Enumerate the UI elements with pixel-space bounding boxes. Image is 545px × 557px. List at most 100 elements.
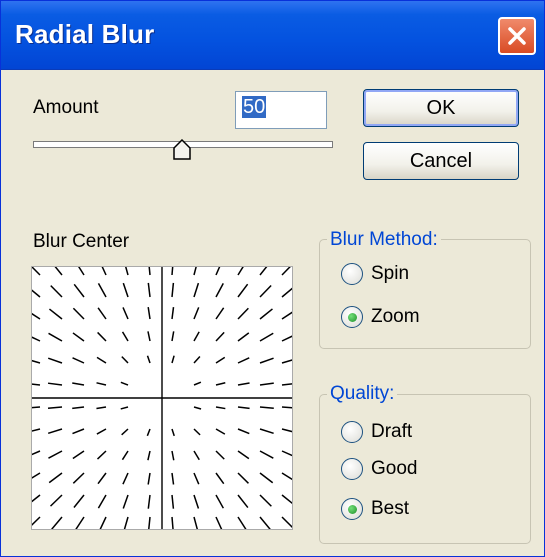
preview-line <box>215 283 224 298</box>
amount-slider-thumb[interactable] <box>172 139 192 161</box>
preview-line <box>146 428 151 437</box>
blur-center-preview[interactable] <box>23 258 299 533</box>
preview-line <box>215 472 225 485</box>
preview-line <box>73 283 85 298</box>
preview-line <box>259 494 272 507</box>
radio-good-indicator[interactable] <box>341 458 363 480</box>
radio-zoom-label: Zoom <box>371 306 420 327</box>
preview-line <box>72 406 85 410</box>
preview-line <box>259 516 271 530</box>
preview-line <box>51 262 63 276</box>
preview-line <box>215 450 225 460</box>
preview-line <box>193 472 200 485</box>
preview-line <box>72 332 85 342</box>
preview-line <box>48 308 63 320</box>
preview-line <box>97 494 107 509</box>
preview-line <box>281 382 298 386</box>
preview-line <box>74 261 85 276</box>
preview-line <box>51 516 63 530</box>
preview-line <box>281 428 298 434</box>
preview-line <box>147 516 151 533</box>
title-bar[interactable]: Radial Blur <box>1 1 544 70</box>
preview-line <box>259 406 274 410</box>
radio-best-indicator[interactable] <box>341 498 363 520</box>
preview-line <box>47 357 63 364</box>
preview-line <box>171 428 175 437</box>
radio-zoom[interactable]: Zoom <box>341 306 420 328</box>
preview-line <box>215 260 224 276</box>
radio-spin-indicator[interactable] <box>341 263 363 285</box>
preview-line <box>27 286 41 298</box>
preview-line <box>122 494 129 509</box>
preview-line <box>193 282 200 298</box>
blur-method-group <box>319 239 531 349</box>
preview-line <box>193 450 200 461</box>
preview-line <box>97 472 107 485</box>
preview-line <box>122 472 129 485</box>
preview-line <box>123 259 129 276</box>
preview-line <box>171 516 175 533</box>
preview-line <box>97 331 107 342</box>
preview-line <box>171 282 175 298</box>
preview-line <box>97 283 107 298</box>
preview-line <box>171 450 175 461</box>
preview-line <box>72 450 85 460</box>
preview-line <box>28 263 41 276</box>
preview-line <box>50 285 63 298</box>
preview-line <box>25 472 41 483</box>
preview-line <box>259 357 274 364</box>
preview-line <box>259 428 274 435</box>
preview-line <box>122 307 129 320</box>
preview-line <box>237 406 250 410</box>
radio-good[interactable]: Good <box>341 458 417 480</box>
amount-value: 50 <box>242 96 267 118</box>
radio-draft-indicator[interactable] <box>341 421 363 443</box>
preview-line <box>121 331 129 342</box>
preview-line <box>26 309 41 320</box>
radio-draft[interactable]: Draft <box>341 421 412 443</box>
blur-method-title: Blur Method: <box>327 229 441 251</box>
preview-line <box>281 333 297 342</box>
preview-line <box>147 307 151 320</box>
preview-line <box>98 260 107 276</box>
preview-line <box>237 332 250 342</box>
preview-line <box>259 382 274 386</box>
preview-line <box>96 356 107 364</box>
preview-line <box>193 356 201 364</box>
radio-spin[interactable]: Spin <box>341 263 409 285</box>
close-button[interactable] <box>498 17 536 55</box>
radio-good-label: Good <box>371 458 418 479</box>
preview-line <box>147 282 151 298</box>
radio-spin-label: Spin <box>371 263 410 284</box>
radio-zoom-indicator[interactable] <box>341 306 363 328</box>
preview-line <box>48 332 63 342</box>
preview-line <box>47 406 63 410</box>
preview-line <box>281 516 294 529</box>
preview-line <box>24 357 41 364</box>
preview-line <box>147 494 151 509</box>
quality-title: Quality: <box>327 383 398 405</box>
preview-line <box>27 494 41 506</box>
preview-line <box>147 450 151 461</box>
preview-line <box>237 516 248 531</box>
amount-input[interactable]: 50 <box>235 91 327 129</box>
preview-line <box>171 258 175 276</box>
radio-best[interactable]: Best <box>341 498 409 520</box>
preview-line <box>96 428 107 435</box>
preview-line <box>23 406 41 409</box>
preview-line <box>24 428 41 434</box>
cancel-button[interactable]: Cancel <box>363 142 519 180</box>
ok-button[interactable]: OK <box>363 89 519 127</box>
preview-line <box>72 472 85 484</box>
preview-line <box>47 428 63 435</box>
preview-line <box>215 516 224 532</box>
preview-line <box>96 450 107 460</box>
preview-line <box>47 382 63 386</box>
preview-line <box>25 333 41 342</box>
preview-line <box>120 406 129 410</box>
preview-line <box>237 283 249 298</box>
preview-line <box>281 472 296 483</box>
preview-line <box>28 516 41 529</box>
preview-line <box>171 494 175 509</box>
preview-line <box>147 331 151 342</box>
